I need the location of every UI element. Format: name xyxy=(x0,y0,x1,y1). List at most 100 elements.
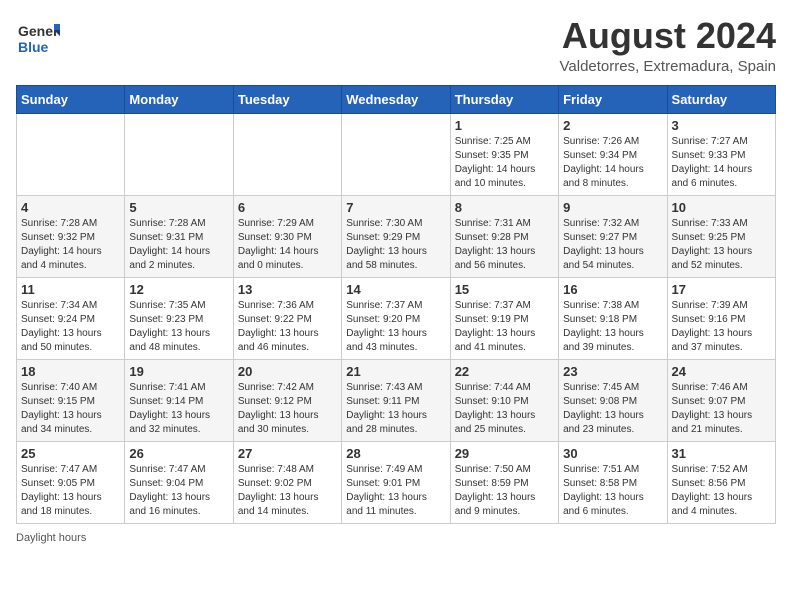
svg-text:General: General xyxy=(18,23,60,39)
day-detail: Sunrise: 7:33 AM Sunset: 9:25 PM Dayligh… xyxy=(672,217,771,273)
calendar-cell: 8Sunrise: 7:31 AM Sunset: 9:28 PM Daylig… xyxy=(450,195,558,277)
day-detail: Sunrise: 7:51 AM Sunset: 8:58 PM Dayligh… xyxy=(563,463,662,519)
day-number: 5 xyxy=(129,200,228,215)
day-number: 16 xyxy=(563,282,662,297)
calendar-cell: 25Sunrise: 7:47 AM Sunset: 9:05 PM Dayli… xyxy=(17,441,125,523)
day-number: 29 xyxy=(455,446,554,461)
day-detail: Sunrise: 7:35 AM Sunset: 9:23 PM Dayligh… xyxy=(129,299,228,355)
col-header-wednesday: Wednesday xyxy=(342,85,450,113)
day-detail: Sunrise: 7:32 AM Sunset: 9:27 PM Dayligh… xyxy=(563,217,662,273)
day-detail: Sunrise: 7:34 AM Sunset: 9:24 PM Dayligh… xyxy=(21,299,120,355)
calendar-cell: 9 Sunrise: 7:32 AM Sunset: 9:27 PM Daylig… xyxy=(559,195,667,277)
day-detail: Sunrise: 7:31 AM Sunset: 9:28 PM Dayligh… xyxy=(455,217,554,273)
logo: General Blue xyxy=(16,16,60,65)
calendar-cell: 4Sunrise: 7:28 AM Sunset: 9:32 PM Daylig… xyxy=(17,195,125,277)
day-detail: Sunrise: 7:48 AM Sunset: 9:02 PM Dayligh… xyxy=(238,463,337,519)
calendar-cell: 3Sunrise: 7:27 AM Sunset: 9:33 PM Daylig… xyxy=(667,113,775,195)
day-detail: Sunrise: 7:27 AM Sunset: 9:33 PM Dayligh… xyxy=(672,135,771,191)
calendar-cell: 16 Sunrise: 7:38 AM Sunset: 9:18 PM Dayli… xyxy=(559,277,667,359)
calendar-cell: 10 Sunrise: 7:33 AM Sunset: 9:25 PM Dayli… xyxy=(667,195,775,277)
day-detail: Sunrise: 7:28 AM Sunset: 9:31 PM Dayligh… xyxy=(129,217,228,273)
day-number: 24 xyxy=(672,364,771,379)
day-detail: Sunrise: 7:25 AM Sunset: 9:35 PM Dayligh… xyxy=(455,135,554,191)
calendar-cell: 15Sunrise: 7:37 AM Sunset: 9:19 PM Dayli… xyxy=(450,277,558,359)
daylight-label: Daylight hours xyxy=(16,532,86,544)
week-row-3: 11 Sunrise: 7:34 AM Sunset: 9:24 PM Dayli… xyxy=(17,277,776,359)
week-row-2: 4Sunrise: 7:28 AM Sunset: 9:32 PM Daylig… xyxy=(17,195,776,277)
day-detail: Sunrise: 7:42 AM Sunset: 9:12 PM Dayligh… xyxy=(238,381,337,437)
day-detail: Sunrise: 7:39 AM Sunset: 9:16 PM Dayligh… xyxy=(672,299,771,355)
calendar-cell: 26 Sunrise: 7:47 AM Sunset: 9:04 PM Dayli… xyxy=(125,441,233,523)
day-number: 22 xyxy=(455,364,554,379)
main-title: August 2024 xyxy=(560,16,777,56)
calendar-cell: 28Sunrise: 7:49 AM Sunset: 9:01 PM Dayli… xyxy=(342,441,450,523)
day-number: 19 xyxy=(129,364,228,379)
day-detail: Sunrise: 7:52 AM Sunset: 8:56 PM Dayligh… xyxy=(672,463,771,519)
title-area: August 2024 Valdetorres, Extremadura, Sp… xyxy=(560,16,777,75)
calendar-cell: 19Sunrise: 7:41 AM Sunset: 9:14 PM Dayli… xyxy=(125,359,233,441)
day-number: 9 xyxy=(563,200,662,215)
logo-svg: General Blue xyxy=(16,16,60,60)
day-number: 10 xyxy=(672,200,771,215)
calendar-cell: 30 Sunrise: 7:51 AM Sunset: 8:58 PM Dayli… xyxy=(559,441,667,523)
col-header-monday: Monday xyxy=(125,85,233,113)
week-row-5: 25Sunrise: 7:47 AM Sunset: 9:05 PM Dayli… xyxy=(17,441,776,523)
day-number: 31 xyxy=(672,446,771,461)
calendar-cell: 11 Sunrise: 7:34 AM Sunset: 9:24 PM Dayli… xyxy=(17,277,125,359)
day-number: 26 xyxy=(129,446,228,461)
week-row-1: 1 Sunrise: 7:25 AM Sunset: 9:35 PM Daylig… xyxy=(17,113,776,195)
day-number: 11 xyxy=(21,282,120,297)
logo-icon-area: General Blue xyxy=(16,16,60,65)
footer-note: Daylight hours xyxy=(16,532,776,544)
calendar-cell xyxy=(233,113,341,195)
header-row: SundayMondayTuesdayWednesdayThursdayFrid… xyxy=(17,85,776,113)
day-number: 27 xyxy=(238,446,337,461)
calendar-table: SundayMondayTuesdayWednesdayThursdayFrid… xyxy=(16,85,776,524)
subtitle: Valdetorres, Extremadura, Spain xyxy=(560,58,777,75)
calendar-cell: 6Sunrise: 7:29 AM Sunset: 9:30 PM Daylig… xyxy=(233,195,341,277)
day-number: 15 xyxy=(455,282,554,297)
day-detail: Sunrise: 7:36 AM Sunset: 9:22 PM Dayligh… xyxy=(238,299,337,355)
col-header-saturday: Saturday xyxy=(667,85,775,113)
day-number: 30 xyxy=(563,446,662,461)
calendar-cell: 22 Sunrise: 7:44 AM Sunset: 9:10 PM Dayli… xyxy=(450,359,558,441)
day-number: 23 xyxy=(563,364,662,379)
day-detail: Sunrise: 7:47 AM Sunset: 9:04 PM Dayligh… xyxy=(129,463,228,519)
day-detail: Sunrise: 7:44 AM Sunset: 9:10 PM Dayligh… xyxy=(455,381,554,437)
calendar-cell: 23 Sunrise: 7:45 AM Sunset: 9:08 PM Dayli… xyxy=(559,359,667,441)
calendar-cell: 27 Sunrise: 7:48 AM Sunset: 9:02 PM Dayli… xyxy=(233,441,341,523)
day-detail: Sunrise: 7:50 AM Sunset: 8:59 PM Dayligh… xyxy=(455,463,554,519)
calendar-cell: 21Sunrise: 7:43 AM Sunset: 9:11 PM Dayli… xyxy=(342,359,450,441)
calendar-cell: 20 Sunrise: 7:42 AM Sunset: 9:12 PM Dayli… xyxy=(233,359,341,441)
day-number: 2 xyxy=(563,118,662,133)
day-detail: Sunrise: 7:28 AM Sunset: 9:32 PM Dayligh… xyxy=(21,217,120,273)
calendar-cell: 2Sunrise: 7:26 AM Sunset: 9:34 PM Daylig… xyxy=(559,113,667,195)
calendar-cell: 18Sunrise: 7:40 AM Sunset: 9:15 PM Dayli… xyxy=(17,359,125,441)
week-row-4: 18Sunrise: 7:40 AM Sunset: 9:15 PM Dayli… xyxy=(17,359,776,441)
day-number: 17 xyxy=(672,282,771,297)
col-header-thursday: Thursday xyxy=(450,85,558,113)
day-detail: Sunrise: 7:45 AM Sunset: 9:08 PM Dayligh… xyxy=(563,381,662,437)
day-detail: Sunrise: 7:46 AM Sunset: 9:07 PM Dayligh… xyxy=(672,381,771,437)
day-number: 6 xyxy=(238,200,337,215)
day-detail: Sunrise: 7:30 AM Sunset: 9:29 PM Dayligh… xyxy=(346,217,445,273)
day-number: 7 xyxy=(346,200,445,215)
col-header-friday: Friday xyxy=(559,85,667,113)
day-number: 20 xyxy=(238,364,337,379)
day-detail: Sunrise: 7:40 AM Sunset: 9:15 PM Dayligh… xyxy=(21,381,120,437)
calendar-cell: 1 Sunrise: 7:25 AM Sunset: 9:35 PM Daylig… xyxy=(450,113,558,195)
calendar-cell: 13 Sunrise: 7:36 AM Sunset: 9:22 PM Dayli… xyxy=(233,277,341,359)
calendar-cell: 5 Sunrise: 7:28 AM Sunset: 9:31 PM Daylig… xyxy=(125,195,233,277)
day-number: 21 xyxy=(346,364,445,379)
day-detail: Sunrise: 7:37 AM Sunset: 9:20 PM Dayligh… xyxy=(346,299,445,355)
calendar-body: 1 Sunrise: 7:25 AM Sunset: 9:35 PM Daylig… xyxy=(17,113,776,523)
calendar-cell xyxy=(17,113,125,195)
header: General Blue August 2024 Valdetorres, Ex… xyxy=(16,16,776,75)
day-detail: Sunrise: 7:38 AM Sunset: 9:18 PM Dayligh… xyxy=(563,299,662,355)
day-number: 28 xyxy=(346,446,445,461)
day-number: 13 xyxy=(238,282,337,297)
calendar-cell xyxy=(125,113,233,195)
col-header-tuesday: Tuesday xyxy=(233,85,341,113)
day-number: 1 xyxy=(455,118,554,133)
day-detail: Sunrise: 7:47 AM Sunset: 9:05 PM Dayligh… xyxy=(21,463,120,519)
